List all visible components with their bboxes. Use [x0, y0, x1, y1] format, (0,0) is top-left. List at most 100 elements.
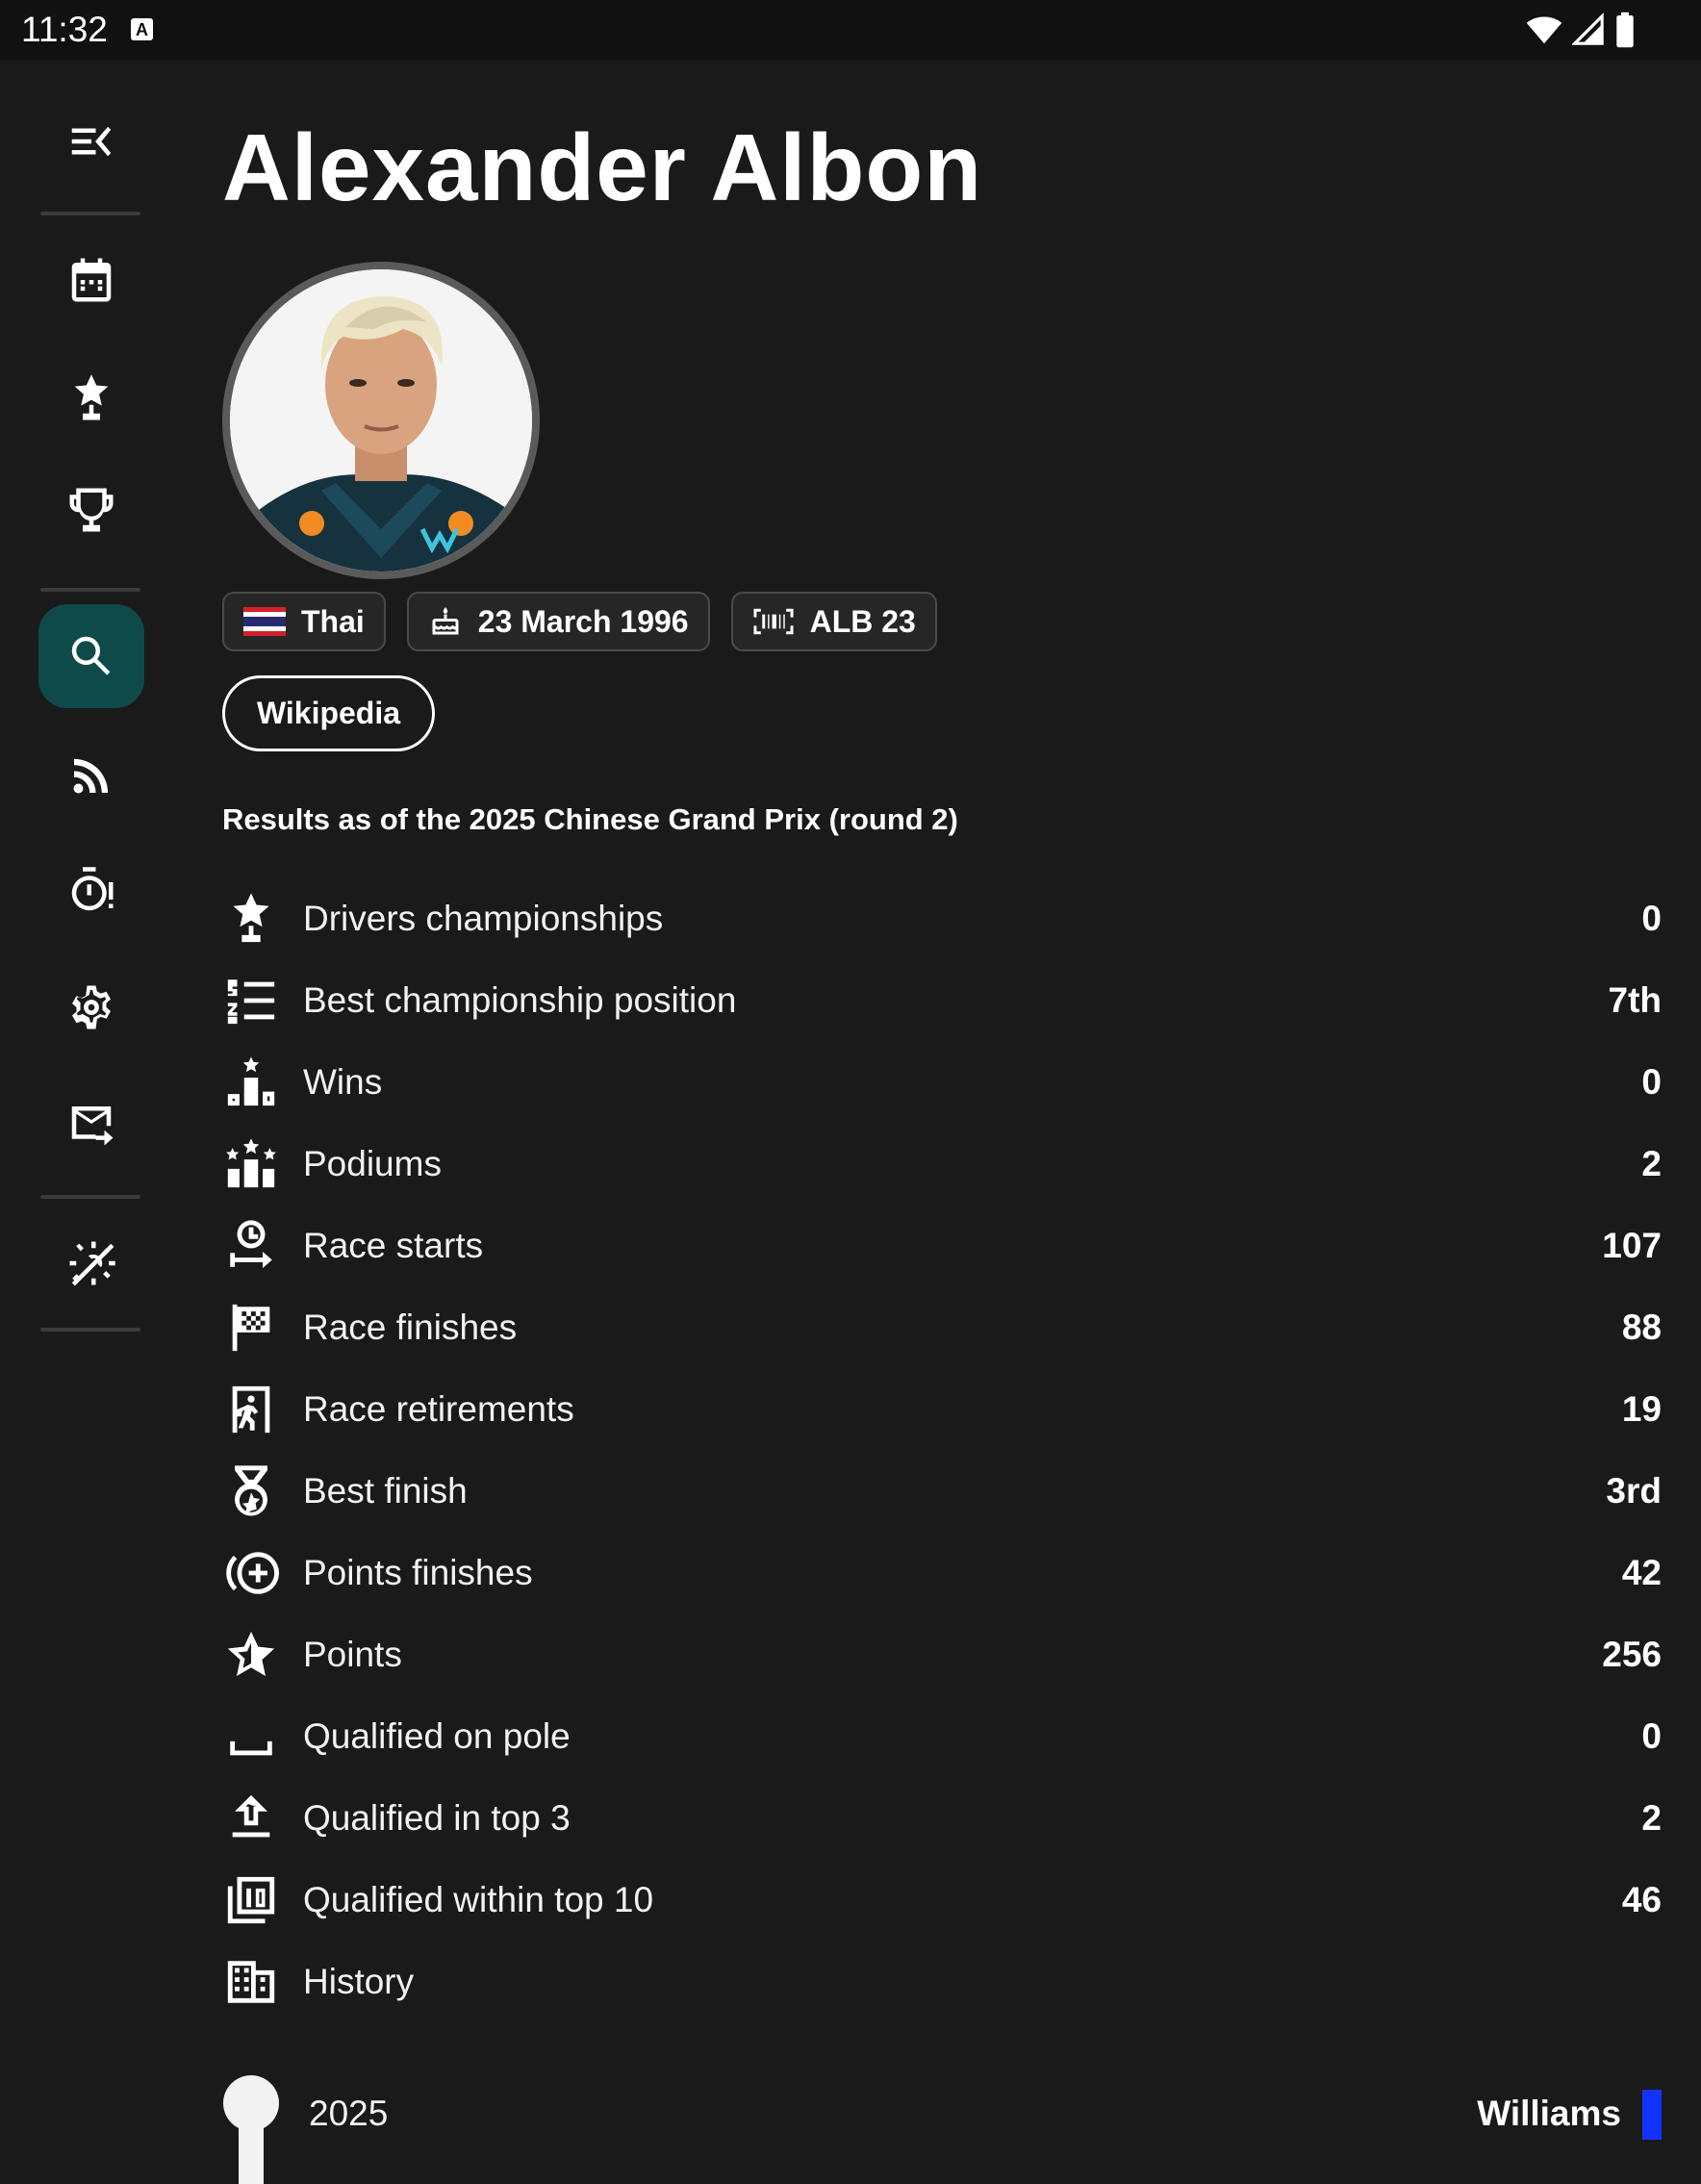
driver-photo: [230, 269, 532, 571]
stat-label: Race retirements: [303, 1388, 574, 1429]
mail-forward-icon: [71, 1106, 114, 1146]
driver-code-chip[interactable]: ALB 23: [730, 592, 937, 651]
nav-calendar[interactable]: [38, 228, 144, 332]
stat-label: Wins: [303, 1061, 383, 1102]
nav-search[interactable]: [38, 604, 144, 708]
medal-icon: [235, 1464, 267, 1515]
history-entry[interactable]: 2025 Williams: [222, 2074, 1662, 2184]
stat-row: Points 256: [222, 1613, 1662, 1695]
menu-open-icon: [71, 126, 112, 157]
stat-label: Podiums: [303, 1143, 442, 1183]
stats-list: Drivers championships 0 Best championshi…: [222, 877, 1662, 2022]
stat-label: Qualified in top 3: [303, 1797, 571, 1838]
numbered-list-icon: [227, 978, 275, 1024]
timeline-marker-icon: [223, 2075, 279, 2184]
nav-rss[interactable]: [38, 724, 144, 827]
cake-icon: [432, 607, 459, 635]
championship-star-icon: [233, 892, 269, 942]
stat-label: Drivers championships: [303, 898, 664, 938]
driver-code-label: ALB 23: [809, 603, 916, 639]
birthdate-label: 23 March 1996: [477, 603, 689, 639]
battery-icon: [1616, 12, 1634, 48]
upload-arrow-icon: [232, 1794, 270, 1837]
stat-row: Qualified in top 3 2: [222, 1777, 1662, 1859]
status-bar: 11:32 A: [0, 0, 1701, 60]
nav-theme-toggle[interactable]: [38, 1211, 144, 1315]
top-10-icon: [227, 1876, 275, 1923]
stat-row: Wins 0: [222, 1041, 1662, 1123]
nav-settings[interactable]: [38, 955, 144, 1059]
stat-value: 2: [1641, 1797, 1662, 1838]
stat-label: Race finishes: [303, 1307, 518, 1347]
theme-toggle-icon: [69, 1241, 115, 1286]
barcode-icon: [753, 608, 794, 635]
menu-open-button[interactable]: [38, 89, 144, 193]
stat-value: 256: [1602, 1634, 1662, 1674]
nav-timer[interactable]: [38, 839, 144, 943]
search-icon: [71, 636, 111, 675]
stat-label: Qualified within top 10: [303, 1879, 654, 1919]
stat-row: Qualified on pole 0: [222, 1695, 1662, 1777]
stat-value: 42: [1621, 1552, 1662, 1592]
history-team: Williams: [1477, 2094, 1621, 2133]
page-title: Alexander Albon: [222, 114, 983, 220]
rail-divider: [40, 1195, 140, 1199]
history-header: History: [222, 1941, 1662, 2022]
wikipedia-button[interactable]: Wikipedia: [222, 675, 435, 751]
cell-signal-icon: [1572, 13, 1604, 45]
exit-door-icon: [232, 1385, 270, 1433]
stat-value: 107: [1602, 1225, 1662, 1265]
history-year: 2025: [309, 2094, 389, 2133]
rss-feed-icon: [73, 758, 109, 794]
birthdate-chip[interactable]: 23 March 1996: [406, 592, 710, 651]
stat-label: Points: [303, 1634, 402, 1674]
stat-label: Race starts: [303, 1225, 484, 1265]
stat-row: Podiums 2: [222, 1123, 1662, 1205]
stat-value: 0: [1641, 1715, 1662, 1756]
stat-value: 88: [1621, 1307, 1662, 1347]
star-outline-icon: [227, 1631, 275, 1676]
team-color-bar: [1642, 2090, 1662, 2140]
stat-row: Race finishes 88: [222, 1286, 1662, 1368]
rail-divider: [40, 212, 140, 216]
timer-alert-icon: [71, 867, 114, 911]
nationality-label: Thai: [301, 603, 365, 639]
rail-divider: [40, 588, 140, 592]
settings-icon: [71, 985, 112, 1029]
rail-divider: [40, 1328, 140, 1332]
stat-row: Best finish 3rd: [222, 1450, 1662, 1532]
podium-star-icon: [227, 1055, 275, 1105]
navigation-rail: [0, 60, 183, 2124]
stat-value: 2: [1641, 1143, 1662, 1183]
history-building-icon: [227, 1960, 275, 2003]
nationality-chip[interactable]: Thai: [222, 592, 386, 651]
nav-driver-standings[interactable]: [38, 346, 144, 450]
stat-row: Race retirements 19: [222, 1368, 1662, 1450]
stat-row: Best championship position 7th: [222, 959, 1662, 1041]
stat-row: Points finishes 42: [222, 1532, 1662, 1613]
results-note: Results as of the 2025 Chinese Grand Pri…: [222, 802, 958, 836]
stat-row: Race starts 107: [222, 1205, 1662, 1286]
notification-icon: A: [131, 18, 153, 40]
stat-value: 46: [1621, 1879, 1662, 1919]
driver-avatar: [222, 262, 540, 579]
calendar-icon: [71, 258, 112, 302]
checkered-flag-icon: [232, 1304, 270, 1351]
status-time: 11:32: [21, 10, 108, 49]
stat-value: 3rd: [1606, 1470, 1662, 1511]
stat-label: Best finish: [303, 1470, 468, 1511]
stat-label: Best championship position: [303, 979, 737, 1020]
thai-flag-icon: [243, 607, 286, 636]
race-start-icon: [230, 1219, 272, 1268]
stat-row: Qualified within top 10 46: [222, 1859, 1662, 1941]
podium-stars-icon: [226, 1137, 276, 1187]
stat-value: 19: [1621, 1388, 1662, 1429]
nav-feedback[interactable]: [38, 1072, 144, 1176]
stat-row: Drivers championships 0: [222, 877, 1662, 959]
wifi-icon: [1526, 16, 1562, 44]
stat-value: 7th: [1608, 979, 1663, 1020]
pole-bracket-icon: [230, 1740, 272, 1755]
nav-constructors[interactable]: [38, 458, 144, 562]
trophy-icon: [69, 488, 114, 532]
stat-value: 0: [1641, 1061, 1662, 1102]
